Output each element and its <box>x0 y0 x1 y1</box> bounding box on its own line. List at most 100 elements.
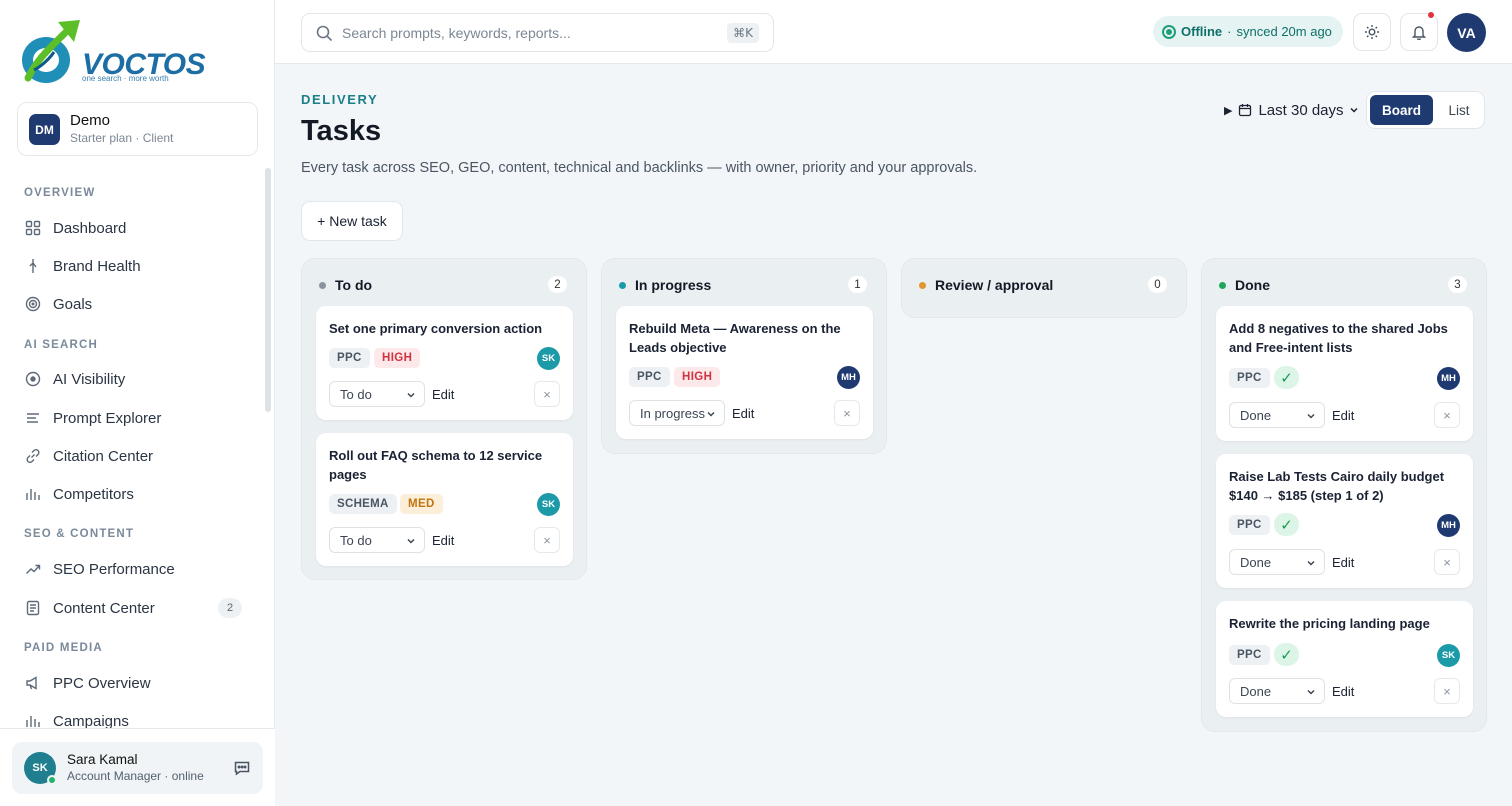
bell-icon <box>1411 26 1427 40</box>
edit-task-link[interactable]: Edit <box>432 527 454 553</box>
content-center-badge: 2 <box>218 598 242 618</box>
sidebar-item-label: Competitors <box>53 485 134 503</box>
status-select[interactable]: In progress <box>629 400 725 426</box>
sidebar-item-dashboard[interactable]: Dashboard <box>24 213 246 243</box>
delete-task-button[interactable]: × <box>1434 549 1460 575</box>
task-card[interactable]: Rebuild Meta — Awareness on the Leads ob… <box>616 306 873 439</box>
delete-task-button[interactable]: × <box>834 400 860 426</box>
view-list-button[interactable]: List <box>1435 95 1483 125</box>
document-icon <box>24 600 41 617</box>
brand-logo[interactable]: VOCTOS one search · more worth <box>20 18 206 88</box>
sidebar-item-ppc-overview[interactable]: PPC Overview <box>24 668 246 698</box>
nav-section-ai-search: AI SEARCH <box>24 339 99 351</box>
search-shortcut: ⌘K <box>727 23 759 43</box>
column-header: In progress <box>619 277 711 293</box>
task-card[interactable]: Add 8 negatives to the shared Jobs and F… <box>1216 306 1473 441</box>
delete-task-button[interactable]: × <box>1434 402 1460 428</box>
task-tag: PPC <box>629 367 670 387</box>
status-separator: · <box>1227 24 1232 39</box>
owner-avatar: MH <box>837 366 860 389</box>
column-header: Review / approval <box>919 277 1053 293</box>
new-task-button[interactable]: + New task <box>301 201 403 241</box>
page-title: Tasks <box>301 115 382 147</box>
task-tag: PPC <box>329 348 370 368</box>
task-card[interactable]: Roll out FAQ schema to 12 service pages … <box>316 433 573 566</box>
edit-task-link[interactable]: Edit <box>1332 678 1354 704</box>
status-dot <box>919 281 926 289</box>
owner-avatar: MH <box>1437 514 1460 537</box>
search-box[interactable]: ⌘K <box>301 13 774 52</box>
task-tag: SCHEMA <box>329 494 397 514</box>
sidebar-item-label: Campaigns <box>53 712 129 730</box>
task-tag: PPC <box>1229 645 1270 665</box>
org-avatar: DM <box>29 114 60 145</box>
org-switcher[interactable]: DM Demo Starter plan · Client <box>17 102 258 156</box>
check-icon: ✓ <box>1274 366 1299 389</box>
column-review: Review / approval 0 <box>901 258 1187 318</box>
sidebar-item-citation-center[interactable]: Citation Center <box>24 441 246 471</box>
task-card[interactable]: Raise Lab Tests Cairo daily budget $140 … <box>1216 454 1473 588</box>
column-count: 1 <box>848 276 867 293</box>
check-icon: ✓ <box>1274 513 1299 536</box>
status-select[interactable]: Done <box>1229 402 1325 428</box>
nav-section-paid-media: PAID MEDIA <box>24 642 103 654</box>
user-card[interactable]: SK Sara Kamal Account Manager · online <box>12 742 263 794</box>
page-description: Every task across SEO, GEO, content, tec… <box>301 160 978 176</box>
sidebar-item-brand-health[interactable]: Brand Health <box>24 251 246 281</box>
notifications-button[interactable] <box>1400 12 1438 51</box>
priority-badge: HIGH <box>374 348 421 368</box>
chevron-down-icon <box>407 392 415 398</box>
sidebar-scrollbar[interactable] <box>265 168 271 412</box>
column-count: 3 <box>1448 276 1467 293</box>
sidebar-item-competitors[interactable]: Competitors <box>24 479 246 509</box>
task-tag: PPC <box>1229 368 1270 388</box>
link-icon <box>24 448 41 465</box>
priority-badge: HIGH <box>674 367 721 387</box>
account-avatar[interactable]: VA <box>1447 13 1486 52</box>
nav-section-seo-content: SEO & CONTENT <box>24 528 135 540</box>
bars-icon <box>24 713 41 730</box>
edit-task-link[interactable]: Edit <box>732 400 754 426</box>
column-done: Done 3 Add 8 negatives to the shared Job… <box>1201 258 1487 732</box>
delete-task-button[interactable]: × <box>534 527 560 553</box>
theme-toggle-button[interactable] <box>1353 13 1391 51</box>
column-title: In progress <box>635 277 712 293</box>
column-title: To do <box>335 277 373 293</box>
task-title: Add 8 negatives to the shared Jobs and F… <box>1229 321 1448 355</box>
chat-icon[interactable] <box>233 759 251 777</box>
column-header: To do <box>319 277 372 293</box>
status-dot <box>619 281 626 289</box>
task-card[interactable]: Rewrite the pricing landing page PPC ✓ S… <box>1216 601 1473 717</box>
search-icon <box>316 25 333 42</box>
status-dot <box>319 281 326 289</box>
sync-time: synced 20m ago <box>1236 24 1332 39</box>
delete-task-button[interactable]: × <box>534 381 560 407</box>
megaphone-icon <box>24 675 41 692</box>
status-select[interactable]: To do <box>329 527 425 553</box>
notification-dot <box>1428 12 1434 18</box>
status-select[interactable]: Done <box>1229 678 1325 704</box>
search-input[interactable] <box>342 14 702 51</box>
task-card[interactable]: Set one primary conversion action PPC HI… <box>316 306 573 420</box>
edit-task-link[interactable]: Edit <box>432 381 454 407</box>
chevron-down-icon <box>1307 689 1315 695</box>
status-select-value: Done <box>1240 407 1272 423</box>
sidebar-item-content-center[interactable]: Content Center 2 <box>24 593 246 623</box>
sidebar-item-ai-visibility[interactable]: AI Visibility <box>24 364 246 394</box>
status-select[interactable]: Done <box>1229 549 1325 575</box>
org-name: Demo <box>70 112 111 129</box>
sidebar-item-goals[interactable]: Goals <box>24 289 246 319</box>
edit-task-link[interactable]: Edit <box>1332 549 1354 575</box>
edit-task-link[interactable]: Edit <box>1332 402 1354 428</box>
sidebar-item-seo-performance[interactable]: SEO Performance <box>24 554 246 584</box>
view-board-button[interactable]: Board <box>1370 95 1433 125</box>
page-eyebrow: DELIVERY <box>301 92 379 107</box>
logo-mark-icon <box>22 20 80 83</box>
date-range-selector[interactable]: ▶ Last 30 days <box>1224 100 1359 120</box>
delete-task-button[interactable]: × <box>1434 678 1460 704</box>
task-title: Rewrite the pricing landing page <box>1229 616 1430 631</box>
chevron-down-icon <box>707 411 715 417</box>
sidebar-item-prompt-explorer[interactable]: Prompt Explorer <box>24 403 246 433</box>
status-select[interactable]: To do <box>329 381 425 407</box>
task-title: Rebuild Meta — Awareness on the Leads ob… <box>629 321 841 355</box>
